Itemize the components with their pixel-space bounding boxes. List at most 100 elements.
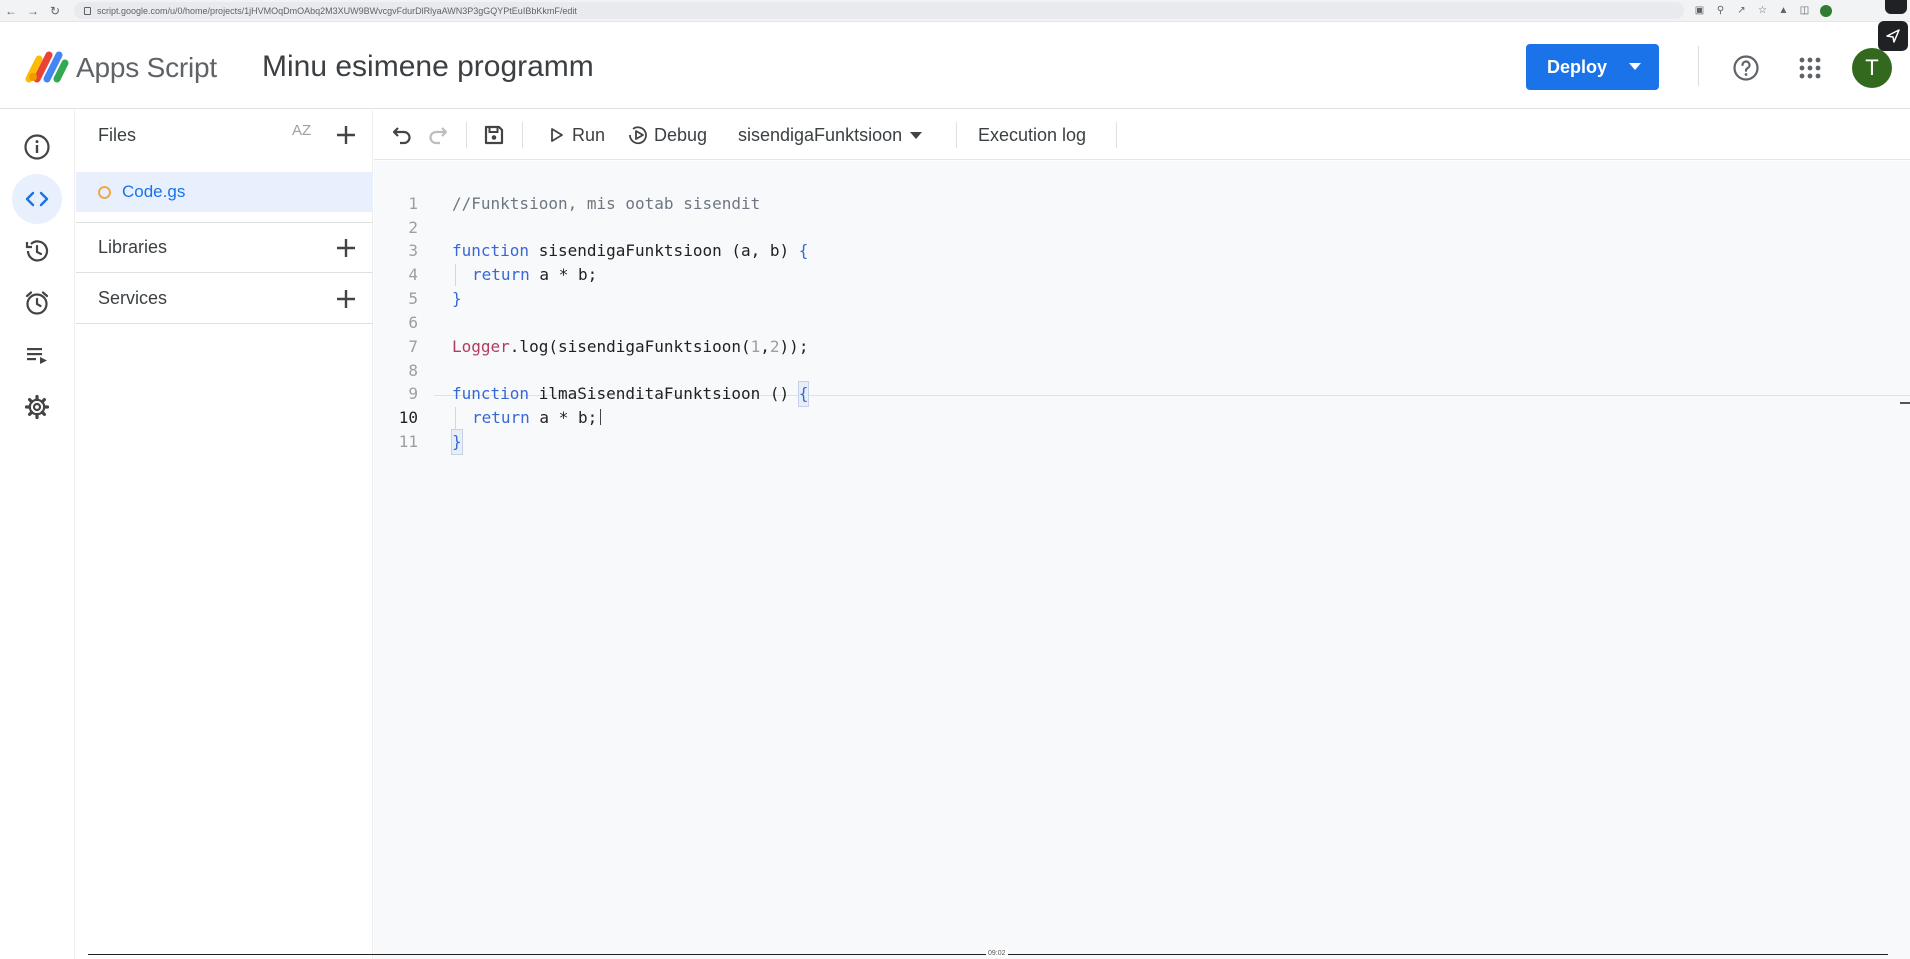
file-name: Code.gs — [122, 182, 186, 201]
chevron-down-icon — [910, 131, 923, 139]
play-icon — [551, 128, 563, 142]
files-panel: Files AZ Code.gs Libraries Services — [76, 110, 373, 959]
address-bar[interactable]: script.google.com/u/0/home/projects/1jHV… — [74, 2, 1684, 19]
add-library-icon[interactable] — [334, 236, 358, 260]
files-header: Files AZ — [76, 110, 373, 160]
run-button[interactable]: Run — [548, 110, 605, 160]
function-select[interactable]: sisendigaFunktsioon — [738, 110, 923, 160]
function-select-value: sisendigaFunktsioon — [738, 124, 903, 145]
history-icon — [25, 240, 49, 262]
execution-log-button[interactable]: Execution log — [978, 110, 1086, 160]
debug-button[interactable]: Debug — [628, 110, 707, 160]
class-token: Logger — [452, 337, 510, 356]
code-token: ilmaSisenditaFunktsioon () — [529, 384, 799, 403]
code-editor[interactable]: 1 //Funktsioon, mis ootab sisendit 2 3 f… — [374, 161, 1910, 959]
url-text: script.google.com/u/0/home/projects/1jHV… — [97, 5, 577, 16]
bookmark-star-icon[interactable]: ☆ — [1757, 5, 1768, 16]
executions-list-icon — [27, 348, 47, 364]
overview-ruler-marker — [1900, 402, 1910, 404]
line-number: 3 — [408, 241, 418, 260]
add-file-icon[interactable] — [334, 123, 358, 147]
debug-label: Debug — [654, 124, 708, 145]
undo-button[interactable] — [390, 110, 414, 160]
indent-guide — [455, 407, 456, 429]
rail-executions[interactable] — [12, 330, 62, 380]
brace-token: } — [451, 429, 463, 455]
toolbar-separator — [956, 122, 957, 148]
rail-settings[interactable] — [12, 382, 62, 432]
code-token: .log(sisendigaFunktsioon( — [509, 337, 751, 356]
browser-profile-icon[interactable] — [1820, 4, 1832, 17]
deploy-label: Deploy — [1547, 56, 1608, 77]
rail-history[interactable] — [12, 226, 62, 276]
avatar[interactable]: T — [1852, 48, 1892, 88]
avatar-letter: T — [1865, 55, 1879, 80]
line-number: 10 — [398, 408, 418, 427]
line-number: 6 — [408, 313, 418, 332]
apps-script-logo[interactable] — [25, 49, 69, 83]
run-label: Run — [572, 124, 606, 145]
code-line: 1 //Funktsioon, mis ootab sisendit — [374, 192, 1910, 216]
browser-actions: ▣ ⚲ ↗ ☆ ▲ ◫ — [1694, 4, 1832, 17]
rail-editor[interactable] — [12, 174, 62, 224]
code-line: 11 } — [374, 429, 1910, 455]
code-token: a * b; — [529, 408, 598, 427]
reload-icon[interactable]: ↻ — [44, 0, 66, 22]
code-line: 9 function ilmaSisenditaFunktsioon () { — [374, 381, 1910, 407]
libraries-row[interactable]: Libraries — [76, 223, 373, 273]
save-icon — [484, 125, 504, 145]
share-icon[interactable]: ↗ — [1736, 5, 1747, 16]
deploy-button[interactable]: Deploy — [1526, 44, 1659, 90]
code-line: 5 } — [374, 287, 1910, 311]
video-timecode: 09:02 — [986, 950, 1008, 957]
send-icon[interactable] — [1878, 21, 1908, 51]
file-unsaved-dot-icon — [98, 185, 111, 199]
back-icon[interactable]: ← — [0, 0, 22, 22]
keyword-token: return — [472, 408, 530, 427]
project-title[interactable]: Minu esimene programm — [262, 50, 594, 84]
number-token: 2 — [769, 337, 780, 356]
code-line: 3 function sisendigaFunktsioon (a, b) { — [374, 239, 1910, 263]
services-row[interactable]: Services — [76, 274, 373, 324]
zoom-icon[interactable]: ⚲ — [1715, 5, 1726, 16]
code-line: 6 — [374, 311, 1910, 335]
translate-icon[interactable]: ▣ — [1694, 5, 1705, 16]
indent-guide — [455, 264, 456, 286]
brace-token: { — [798, 241, 809, 260]
files-title: Files — [98, 124, 137, 145]
left-navigation-rail — [0, 110, 75, 959]
file-code-gs[interactable]: Code.gs — [76, 172, 373, 212]
save-button[interactable] — [482, 110, 506, 160]
code-line: 8 — [374, 359, 1910, 383]
keyword-token: function — [452, 384, 530, 403]
rail-triggers[interactable] — [12, 278, 62, 328]
code-token: )); — [779, 337, 809, 356]
libraries-title: Libraries — [98, 237, 168, 257]
help-icon[interactable] — [1732, 54, 1760, 82]
keyword-token: function — [452, 241, 530, 260]
info-icon — [24, 134, 50, 160]
text-cursor — [600, 409, 602, 425]
code-token: a * b; — [529, 265, 598, 284]
code-line: 7 Logger.log(sisendigaFunktsioon(1,2)); — [374, 335, 1910, 359]
line-number: 4 — [408, 265, 418, 284]
recording-badge — [1885, 0, 1907, 14]
extensions-icon[interactable]: ▲ — [1778, 5, 1789, 16]
forward-icon[interactable]: → — [22, 0, 44, 22]
sort-az-icon[interactable]: AZ — [292, 122, 320, 148]
rail-overview[interactable] — [12, 122, 62, 172]
side-panel-icon[interactable]: ◫ — [1799, 5, 1810, 16]
line-number: 11 — [398, 432, 418, 451]
code-token: , — [760, 337, 770, 356]
number-token: 1 — [750, 337, 761, 356]
comment-text: //Funktsioon, mis ootab sisendit — [452, 194, 761, 213]
redo-button[interactable] — [426, 110, 450, 160]
line-number: 8 — [408, 361, 418, 380]
line-number: 5 — [408, 289, 418, 308]
code-line-current: 10 return a * b; — [374, 406, 1910, 430]
add-service-icon[interactable] — [334, 287, 358, 311]
editor-toolbar: Run Debug sisendigaFunktsioon Execution … — [374, 110, 1910, 160]
lock-icon — [84, 6, 91, 15]
services-title: Services — [98, 288, 168, 308]
google-apps-icon[interactable] — [1798, 56, 1822, 80]
